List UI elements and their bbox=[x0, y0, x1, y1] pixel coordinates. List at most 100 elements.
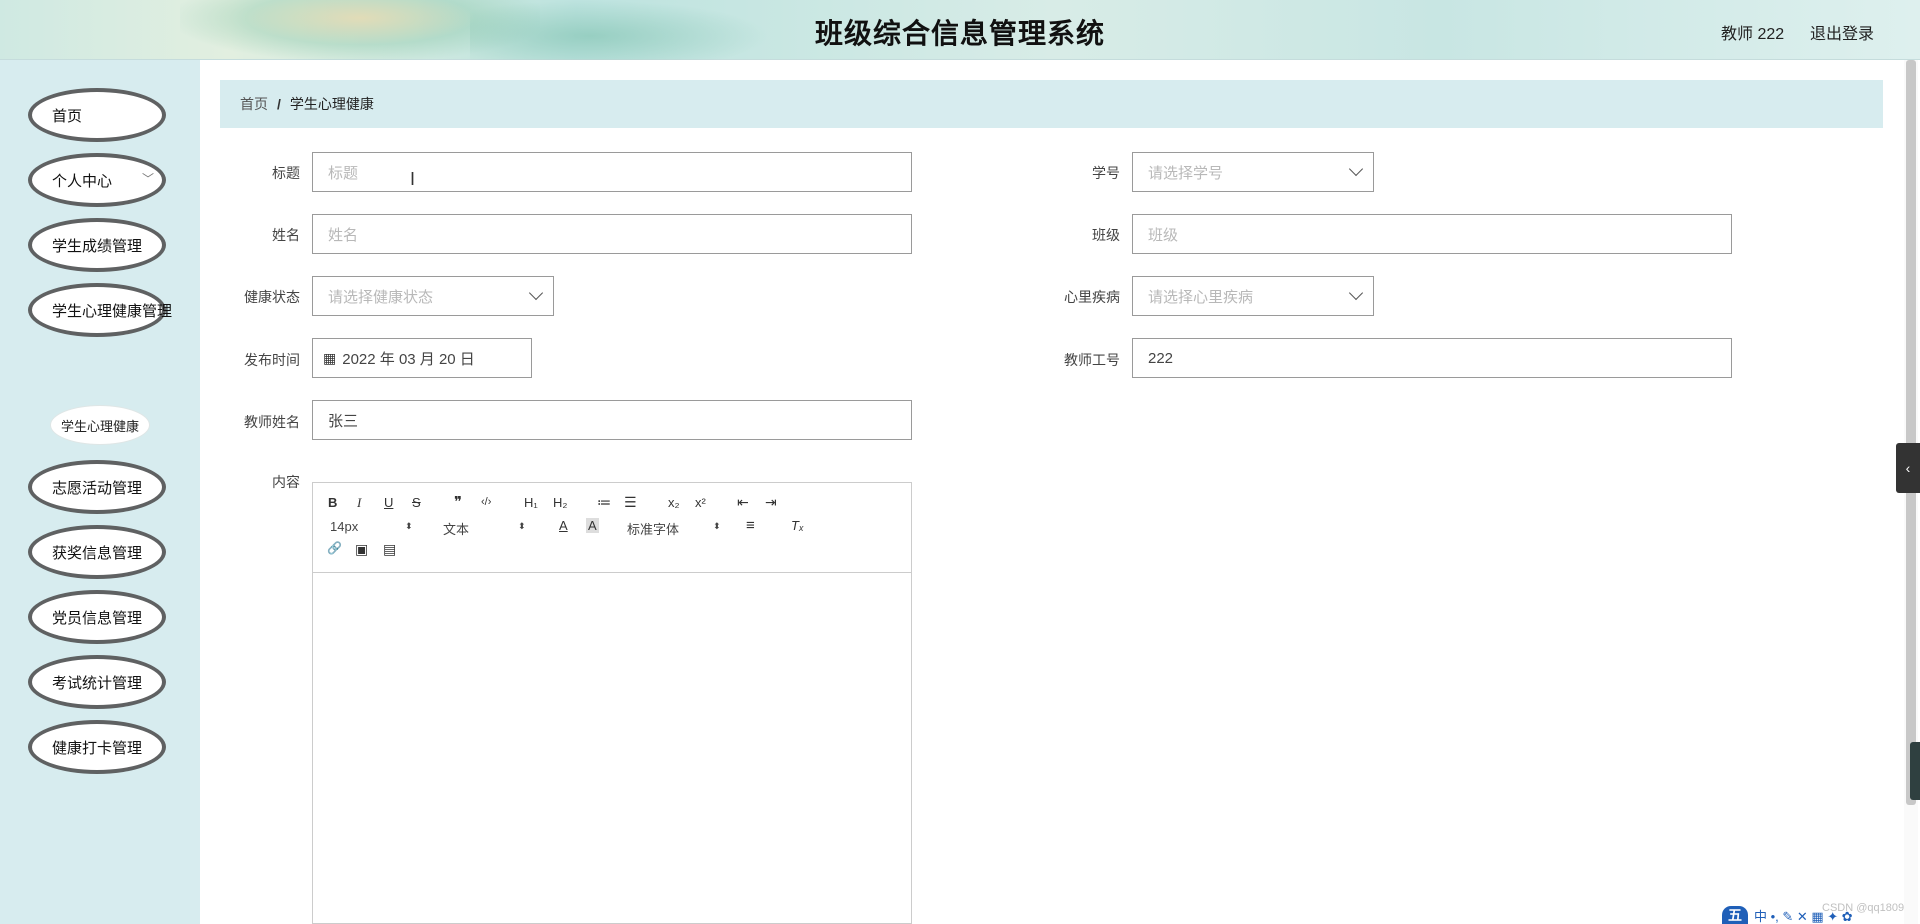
chevron-down-icon bbox=[1348, 161, 1364, 177]
header-select[interactable]: 文本 ⬍ bbox=[443, 519, 526, 538]
teacher-id-label: 教师工号 bbox=[1064, 352, 1120, 368]
chevron-down-icon bbox=[1348, 285, 1364, 301]
publish-date-value: 2022 年 03 月 20 日 bbox=[342, 350, 475, 368]
indent-button[interactable]: ⇥ bbox=[765, 494, 777, 511]
sidebar-item-personal-center[interactable]: 个人中心 ﹀ bbox=[28, 153, 166, 207]
ime-toolbar[interactable]: 五 中 •, ✎ ✕ ▦ ✦ ✿ bbox=[1722, 906, 1920, 924]
collapse-panel-button[interactable]: ‹ bbox=[1896, 443, 1920, 493]
sidebar-item-label: 学生心理健康管理 bbox=[52, 302, 173, 320]
video-button[interactable]: ▤ bbox=[383, 541, 396, 558]
calendar-icon: ▦ bbox=[323, 349, 337, 366]
font-family-value: 标准字体 bbox=[627, 522, 680, 537]
sidebar: 首页 个人中心 ﹀ 学生成绩管理 学生心理健康管理 学生心理健康 志愿活动管理 获… bbox=[0, 60, 200, 924]
student-id-placeholder: 请选择学号 bbox=[1148, 164, 1224, 182]
sidebar-item-health-checkin[interactable]: 健康打卡管理 bbox=[28, 720, 166, 774]
class-label: 班级 bbox=[1092, 227, 1120, 243]
link-button[interactable]: 🔗 bbox=[327, 541, 342, 555]
superscript-button[interactable]: x² bbox=[695, 495, 706, 510]
subscript-button[interactable]: x₂ bbox=[668, 495, 680, 510]
italic-button[interactable]: I bbox=[357, 495, 361, 511]
clean-format-button[interactable]: Tₓ bbox=[791, 518, 804, 533]
editor-content-area[interactable] bbox=[313, 573, 911, 923]
breadcrumb-current: 学生心理健康 bbox=[289, 96, 374, 112]
updown-icon: ⬍ bbox=[713, 521, 721, 531]
strike-button[interactable]: S bbox=[412, 495, 421, 510]
teacher-name-input[interactable]: 张三 bbox=[312, 400, 912, 440]
breadcrumb-home[interactable]: 首页 bbox=[240, 94, 268, 114]
font-family-select[interactable]: 标准字体 ⬍ bbox=[627, 519, 721, 538]
rich-text-editor: B I U S ❞ ‹/› H₁ H₂ ≔ ☰ x₂ x² ⇤ ⇥ 14px ⬍ … bbox=[312, 482, 912, 924]
code-button[interactable]: ‹/› bbox=[481, 496, 491, 508]
scrollbar-thumb[interactable] bbox=[1906, 60, 1916, 805]
sidebar-item-awards[interactable]: 获奖信息管理 bbox=[28, 525, 166, 579]
health-status-select[interactable]: 请选择健康状态 bbox=[312, 276, 554, 316]
updown-icon: ⬍ bbox=[518, 521, 526, 531]
mental-disease-placeholder: 请选择心里疾病 bbox=[1148, 288, 1254, 306]
mental-disease-select[interactable]: 请选择心里疾病 bbox=[1132, 276, 1374, 316]
sidebar-item-grades[interactable]: 学生成绩管理 bbox=[28, 218, 166, 272]
app-title: 班级综合信息管理系统 bbox=[814, 18, 1105, 49]
image-button[interactable]: ▣ bbox=[355, 541, 368, 558]
sidebar-item-label: 志愿活动管理 bbox=[52, 479, 143, 497]
side-widget-handle[interactable] bbox=[1910, 742, 1920, 800]
sidebar-item-label: 党员信息管理 bbox=[52, 609, 143, 627]
sidebar-subitem-mental-health[interactable]: 学生心理健康 bbox=[50, 405, 150, 445]
teacher-name-value: 张三 bbox=[328, 412, 359, 430]
updown-icon: ⬍ bbox=[405, 521, 413, 531]
sidebar-item-label: 学生成绩管理 bbox=[52, 237, 143, 255]
breadcrumb: 首页 / 学生心理健康 bbox=[220, 80, 1883, 128]
font-size-value: 14px bbox=[330, 519, 359, 534]
h2-button[interactable]: H₂ bbox=[553, 495, 567, 510]
current-user: 教师 222 bbox=[1721, 26, 1785, 43]
align-button[interactable]: ≡ bbox=[746, 517, 755, 534]
sidebar-item-label: 考试统计管理 bbox=[52, 674, 143, 692]
breadcrumb-separator: / bbox=[277, 96, 281, 112]
chevron-down-icon bbox=[528, 285, 544, 301]
underline-button[interactable]: U bbox=[384, 495, 393, 510]
font-color-button[interactable]: A bbox=[559, 518, 568, 533]
health-status-placeholder: 请选择健康状态 bbox=[328, 288, 434, 306]
name-placeholder: 姓名 bbox=[328, 226, 359, 244]
top-header: 班级综合信息管理系统 教师 222 退出登录 bbox=[0, 0, 1920, 60]
sidebar-item-label: 获奖信息管理 bbox=[52, 544, 143, 562]
health-status-label: 健康状态 bbox=[244, 289, 300, 305]
sidebar-item-exam-stats[interactable]: 考试统计管理 bbox=[28, 655, 166, 709]
sidebar-item-mental-health[interactable]: 学生心理健康管理 bbox=[28, 283, 172, 337]
class-placeholder: 班级 bbox=[1148, 226, 1179, 244]
h1-button[interactable]: H₁ bbox=[524, 495, 538, 510]
ime-status: 中 •, ✎ ✕ ▦ ✦ ✿ bbox=[1754, 908, 1853, 924]
teacher-name-label: 教师姓名 bbox=[244, 414, 300, 430]
bullet-list-button[interactable]: ☰ bbox=[624, 494, 637, 511]
sidebar-item-party-members[interactable]: 党员信息管理 bbox=[28, 590, 166, 644]
publish-time-label: 发布时间 bbox=[244, 352, 300, 368]
sidebar-item-label: 健康打卡管理 bbox=[52, 739, 143, 757]
content-label: 内容 bbox=[272, 474, 300, 490]
sidebar-item-label: 首页 bbox=[52, 107, 83, 125]
mental-disease-label: 心里疾病 bbox=[1064, 289, 1120, 305]
teacher-id-input[interactable]: 222 bbox=[1132, 338, 1732, 378]
header-select-value: 文本 bbox=[443, 522, 470, 537]
ime-logo-icon: 五 bbox=[1722, 906, 1748, 924]
sidebar-item-label: 个人中心 bbox=[52, 172, 113, 190]
title-input[interactable]: 标题 bbox=[312, 152, 912, 192]
ordered-list-button[interactable]: ≔ bbox=[597, 494, 611, 511]
name-label: 姓名 bbox=[272, 227, 300, 243]
background-color-button[interactable]: A bbox=[586, 518, 599, 533]
font-size-select[interactable]: 14px ⬍ bbox=[330, 519, 413, 534]
sidebar-item-home[interactable]: 首页 bbox=[28, 88, 166, 142]
name-input[interactable]: 姓名 bbox=[312, 214, 912, 254]
bold-button[interactable]: B bbox=[328, 495, 337, 510]
outdent-button[interactable]: ⇤ bbox=[737, 494, 749, 511]
title-placeholder: 标题 bbox=[328, 164, 359, 182]
editor-toolbar: B I U S ❞ ‹/› H₁ H₂ ≔ ☰ x₂ x² ⇤ ⇥ 14px ⬍ … bbox=[313, 483, 911, 573]
teacher-id-value: 222 bbox=[1148, 349, 1174, 367]
class-input[interactable]: 班级 bbox=[1132, 214, 1732, 254]
sidebar-item-volunteer[interactable]: 志愿活动管理 bbox=[28, 460, 166, 514]
title-label: 标题 bbox=[272, 165, 300, 181]
logout-link[interactable]: 退出登录 bbox=[1810, 20, 1874, 44]
student-id-label: 学号 bbox=[1092, 165, 1120, 181]
student-id-select[interactable]: 请选择学号 bbox=[1132, 152, 1374, 192]
blockquote-button[interactable]: ❞ bbox=[454, 493, 462, 511]
publish-date-picker[interactable]: ▦ 2022 年 03 月 20 日 bbox=[312, 338, 532, 378]
chevron-down-icon: ﹀ bbox=[142, 172, 155, 186]
